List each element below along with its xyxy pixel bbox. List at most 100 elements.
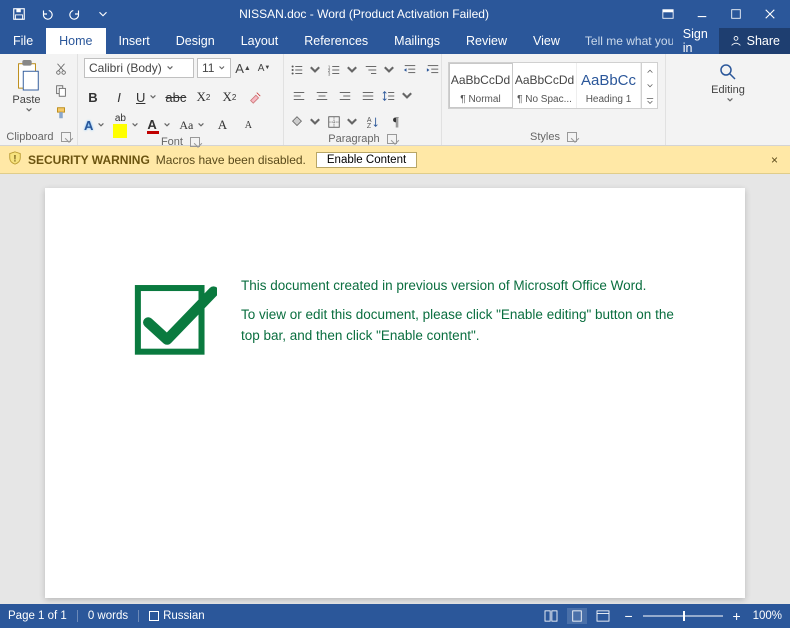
font-size-combo[interactable]: 11 (197, 58, 231, 78)
redo-icon[interactable] (62, 1, 88, 27)
qat-customize-icon[interactable] (90, 1, 116, 27)
show-marks-icon[interactable]: ¶ (387, 113, 405, 131)
grow-font-icon[interactable]: A (213, 116, 231, 134)
status-language[interactable]: Russian (163, 610, 205, 622)
text-effects-icon[interactable]: A (84, 116, 105, 134)
share-label: Share (747, 34, 780, 48)
undo-icon[interactable] (34, 1, 60, 27)
strikethrough-button[interactable]: abc (165, 88, 186, 106)
save-icon[interactable] (6, 1, 32, 27)
borders-icon[interactable] (327, 113, 359, 131)
shrink-font-icon[interactable]: A (239, 116, 257, 134)
group-editing: Editing (666, 54, 790, 145)
increase-indent-icon[interactable] (424, 61, 442, 79)
ribbon: Paste Clipboard Calibri (Body) 11 A▲ A▼ (0, 54, 790, 146)
shading-icon[interactable] (290, 113, 322, 131)
font-launcher-icon[interactable] (190, 137, 200, 147)
zoom-thumb[interactable] (683, 611, 685, 621)
tab-layout[interactable]: Layout (228, 28, 292, 54)
bold-button[interactable]: B (84, 88, 102, 106)
ribbon-display-icon[interactable] (652, 1, 684, 27)
tell-me-placeholder: Tell me what you wa (585, 34, 673, 48)
line-spacing-icon[interactable] (382, 87, 414, 105)
increase-font-icon[interactable]: A▲ (234, 59, 252, 77)
doc-line-2: To view or edit this document, please cl… (241, 305, 695, 347)
tab-insert[interactable]: Insert (106, 28, 163, 54)
clear-format-icon[interactable] (246, 88, 264, 106)
styles-more-icon[interactable] (642, 93, 657, 108)
italic-button[interactable]: I (110, 88, 128, 106)
highlight-button[interactable]: ab (113, 116, 139, 134)
web-layout-icon[interactable] (593, 608, 613, 624)
group-clipboard: Paste Clipboard (0, 54, 78, 145)
tab-view[interactable]: View (520, 28, 573, 54)
sort-icon[interactable]: AZ (364, 113, 382, 131)
font-name-combo[interactable]: Calibri (Body) (84, 58, 194, 78)
doc-line-1: This document created in previous versio… (241, 276, 695, 297)
clipboard-launcher-icon[interactable] (61, 132, 71, 142)
tab-file[interactable]: File (0, 28, 46, 54)
align-right-icon[interactable] (336, 87, 354, 105)
format-painter-icon[interactable] (51, 104, 71, 122)
zoom-in-button[interactable]: + (729, 608, 745, 624)
document-page[interactable]: This document created in previous versio… (45, 188, 745, 598)
underline-button[interactable]: U (136, 88, 157, 106)
status-words[interactable]: 0 words (88, 610, 128, 622)
zoom-out-button[interactable]: − (621, 608, 637, 624)
sign-in-button[interactable]: Sign in (673, 28, 719, 54)
style-no-spacing[interactable]: AaBbCcDd ¶ No Spac... (513, 63, 577, 108)
paragraph-label: Paragraph (328, 133, 379, 145)
font-color-button[interactable]: A (147, 116, 171, 134)
paste-button[interactable]: Paste (6, 58, 47, 114)
tell-me-search[interactable]: Tell me what you wa (573, 28, 673, 54)
tab-references[interactable]: References (291, 28, 381, 54)
zoom-track[interactable] (643, 615, 723, 617)
minimize-icon[interactable] (686, 1, 718, 27)
change-case-button[interactable]: Aa (179, 116, 205, 134)
style-heading1[interactable]: AaBbCc Heading 1 (577, 63, 641, 108)
warning-close-icon[interactable]: × (767, 153, 782, 167)
numbering-icon[interactable]: 123 (327, 61, 359, 79)
subscript-button[interactable]: X2 (194, 88, 212, 106)
align-left-icon[interactable] (290, 87, 308, 105)
styles-down-icon[interactable] (642, 78, 657, 93)
security-warning-bar: ! SECURITY WARNING Macros have been disa… (0, 146, 790, 174)
read-mode-icon[interactable] (541, 608, 561, 624)
tab-design[interactable]: Design (163, 28, 228, 54)
enable-content-button[interactable]: Enable Content (316, 152, 417, 168)
maximize-icon[interactable] (720, 1, 752, 27)
shield-icon: ! (8, 151, 22, 168)
tab-home[interactable]: Home (46, 28, 105, 54)
styles-launcher-icon[interactable] (567, 132, 577, 142)
window-title: NISSAN.doc - Word (Product Activation Fa… (116, 7, 652, 21)
editing-button[interactable]: Editing (711, 58, 745, 104)
share-button[interactable]: Share (719, 28, 790, 54)
align-center-icon[interactable] (313, 87, 331, 105)
decrease-indent-icon[interactable] (401, 61, 419, 79)
checkmark-icon (131, 276, 217, 367)
style-normal[interactable]: AaBbCcDd ¶ Normal (449, 63, 513, 108)
bullets-icon[interactable] (290, 61, 322, 79)
status-zoom[interactable]: 100% (753, 610, 782, 622)
clipboard-label: Clipboard (6, 131, 53, 143)
styles-scroll (641, 63, 657, 108)
paste-label: Paste (12, 92, 40, 106)
close-icon[interactable] (754, 1, 786, 27)
multilevel-icon[interactable] (364, 61, 396, 79)
justify-icon[interactable] (359, 87, 377, 105)
status-page[interactable]: Page 1 of 1 (8, 610, 67, 622)
tab-review[interactable]: Review (453, 28, 520, 54)
paragraph-launcher-icon[interactable] (387, 134, 397, 144)
quick-access-toolbar (0, 1, 116, 27)
tab-mailings[interactable]: Mailings (381, 28, 453, 54)
font-size-value: 11 (202, 61, 214, 75)
styles-gallery: AaBbCcDd ¶ Normal AaBbCcDd ¶ No Spac... … (448, 62, 658, 109)
cut-icon[interactable] (51, 60, 71, 78)
print-layout-icon[interactable] (567, 608, 587, 624)
zoom-slider: − + (621, 608, 745, 624)
copy-icon[interactable] (51, 82, 71, 100)
superscript-button[interactable]: X2 (220, 88, 238, 106)
styles-up-icon[interactable] (642, 63, 657, 78)
decrease-font-icon[interactable]: A▼ (255, 59, 273, 77)
spellcheck-icon[interactable] (149, 611, 159, 621)
